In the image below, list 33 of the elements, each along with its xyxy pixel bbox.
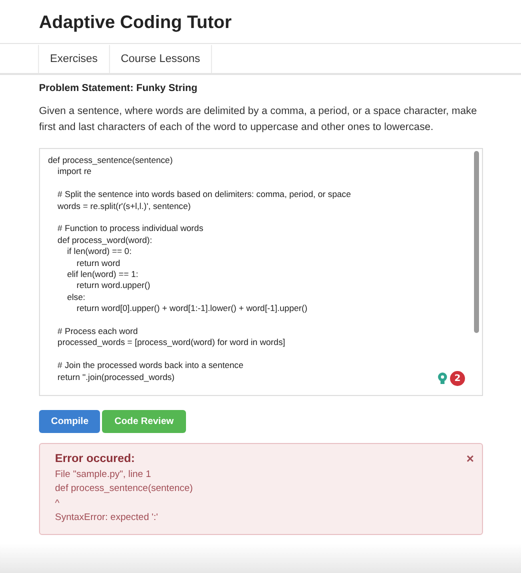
code-editor[interactable] (39, 148, 483, 396)
code-line: if len(word) == 0: (66, 246, 132, 258)
error-line: def process_sentence(sentence) (55, 482, 194, 496)
close-button[interactable]: × (466, 452, 474, 465)
code-line: # Function to process individual words (56, 223, 204, 235)
issue-count[interactable]: 2 (450, 371, 465, 386)
error-title: Error occured: (55, 453, 136, 465)
error-line: ^ (55, 496, 60, 511)
scrollbar-thumb[interactable] (474, 151, 479, 333)
problem-heading: Problem Statement: Funky String (39, 83, 198, 94)
lightbulb-icon[interactable] (437, 372, 448, 386)
code-line: return word[0].upper() + word[1:-1].lower() + word[-1].upper() (76, 303, 308, 315)
code-line: return word.upper() (76, 280, 150, 292)
code-line: elif len(word) == 1: (66, 269, 138, 280)
code-line: def process_sentence(sentence) (48, 155, 173, 166)
code-line: # Split the sentence into words based on delimiters: comma, period, or space (56, 189, 351, 201)
code-line: else: (66, 292, 86, 304)
problem-description: Given a sentence, where words are delimited by a comma, a period, or a space character, make first and last characters of each of the word to uppercase and other ones to lowercase. (39, 105, 478, 135)
nav-tab[interactable]: Course Lessons (108, 45, 212, 73)
code-line: return word (76, 258, 120, 270)
review-button[interactable]: Code Review (102, 410, 186, 433)
code-line: import re (56, 166, 92, 178)
code-line: # Process each word (56, 326, 138, 338)
code-line: processed_words = [process_word(word) for word in words] (56, 337, 286, 349)
code-line: def process_word(word): (56, 234, 152, 246)
app-title: Adaptive Coding Tutor (39, 12, 233, 33)
compile-button[interactable]: Compile (39, 410, 100, 433)
error-line: SyntaxError: expected ':' (55, 510, 159, 525)
error-line: File "sample.py", line 1 (55, 468, 152, 482)
code-line: return ''.join(processed_words) (56, 372, 175, 384)
code-line: # Join the processed words back into a sentence (56, 360, 244, 372)
code-line: words = re.split(r'(s+l,l.)', sentence) (56, 200, 191, 212)
nav-tab[interactable]: Exercises (38, 45, 110, 73)
